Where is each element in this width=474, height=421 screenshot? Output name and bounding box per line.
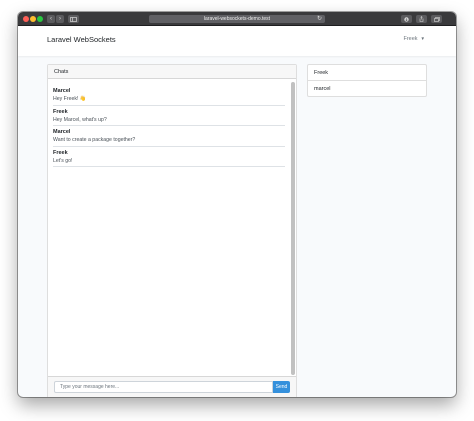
- chat-message: Marcel Hey Freek! 👋: [53, 85, 285, 106]
- message-text: Hey Marcel, what's up?: [53, 116, 107, 123]
- share-button[interactable]: [416, 15, 427, 23]
- online-users-card: Freek marcel: [307, 64, 427, 97]
- user-list-item: marcel: [314, 86, 331, 92]
- send-button[interactable]: Send: [273, 381, 290, 393]
- sidebar-icon: [70, 16, 77, 22]
- app-navbar: Laravel WebSockets Freek ▼: [18, 26, 456, 56]
- chevron-right-icon: ›: [59, 16, 61, 22]
- browser-window: ‹ › laravel-websockets-demo.test ↻ Larav…: [18, 12, 456, 397]
- chat-message: Freek Hey Marcel, what's up?: [53, 106, 285, 126]
- address-text: laravel-websockets-demo.test: [203, 16, 271, 22]
- minimize-window-button[interactable]: [30, 16, 36, 22]
- messages-scrollbar[interactable]: [291, 82, 295, 375]
- message-author: Freek: [53, 108, 68, 115]
- reload-icon[interactable]: ↻: [317, 15, 322, 23]
- app-brand[interactable]: Laravel WebSockets: [47, 35, 116, 44]
- chats-card-header: Chats: [48, 65, 296, 79]
- message-author: Marcel: [53, 88, 71, 94]
- maximize-window-button[interactable]: [37, 16, 43, 22]
- user-list-item: Freek: [308, 65, 426, 81]
- chats-card-footer: Send: [48, 376, 296, 397]
- download-icon: [404, 16, 409, 22]
- message-input[interactable]: [54, 381, 273, 393]
- chat-messages-panel: Marcel Hey Freek! 👋 Freek Hey Marcel, wh…: [48, 80, 296, 376]
- sidebar-toggle-button[interactable]: [68, 15, 79, 23]
- tabs-icon: [433, 16, 440, 22]
- chevron-left-icon: ‹: [50, 16, 52, 22]
- message-author: Marcel: [53, 129, 71, 135]
- message-text: Let's go!: [53, 157, 73, 164]
- message-text: Hey Freek! 👋: [53, 96, 87, 102]
- share-icon: [419, 16, 424, 22]
- back-button[interactable]: ‹: [47, 15, 55, 23]
- browser-titlebar: ‹ › laravel-websockets-demo.test ↻: [18, 12, 456, 26]
- message-list: Marcel Hey Freek! 👋 Freek Hey Marcel, wh…: [53, 85, 285, 167]
- user-menu-label: Freek: [403, 36, 418, 42]
- downloads-button[interactable]: [401, 15, 412, 23]
- message-author: Freek: [53, 149, 68, 156]
- user-menu-dropdown[interactable]: Freek ▼: [403, 36, 425, 42]
- message-text: Want to create a package together?: [53, 137, 136, 143]
- caret-down-icon: ▼: [420, 36, 425, 41]
- address-bar[interactable]: laravel-websockets-demo.test ↻: [149, 15, 325, 23]
- chat-message: Freek Let's go!: [53, 147, 285, 167]
- chat-message: Marcel Want to create a package together…: [53, 126, 285, 147]
- tabs-overview-button[interactable]: [431, 15, 442, 23]
- forward-button[interactable]: ›: [56, 15, 64, 23]
- chats-card: Chats Marcel Hey Freek! 👋 Freek Hey Marc…: [47, 64, 297, 397]
- close-window-button[interactable]: [23, 16, 29, 22]
